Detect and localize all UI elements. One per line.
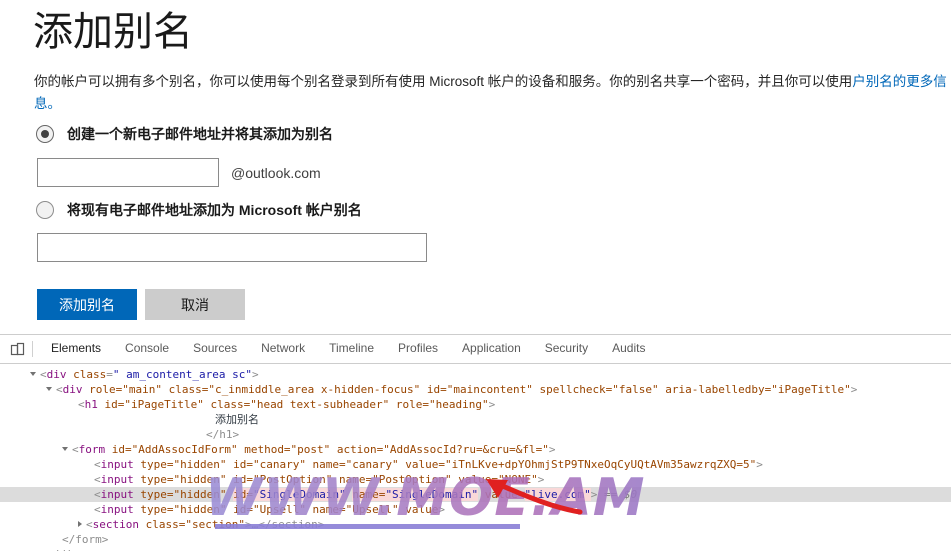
dom-close-h1[interactable]: </h1> — [0, 427, 951, 442]
dom-tree[interactable]: <div class=" am_content_area sc"> <div r… — [0, 364, 951, 551]
page-title: 添加别名 — [33, 10, 193, 54]
dom-tag-name: input — [100, 503, 134, 516]
tab-console[interactable]: Console — [113, 335, 181, 363]
dom-attrs: role="main" class="c_inmiddle_area x-hid… — [89, 383, 851, 396]
dom-attr-value-value: "live.com" — [524, 488, 591, 501]
radio-option-existing-address[interactable]: 将现有电子邮件地址添加为 Microsoft 帐户别名 — [36, 200, 362, 220]
dom-close-tag: </h1> — [206, 428, 240, 441]
device-toolbar-icon[interactable] — [4, 338, 30, 360]
disclosure-triangle-icon[interactable] — [78, 521, 82, 527]
tab-elements[interactable]: Elements — [39, 335, 113, 363]
dom-text-node-title[interactable]: 添加别名 — [0, 412, 951, 427]
dom-attrs: id="iPageTitle" class="head text-subhead… — [104, 398, 489, 411]
dom-text-content: 添加别名 — [215, 413, 259, 426]
dom-node-am-content-area[interactable]: <div class=" am_content_area sc"> — [0, 367, 951, 382]
tab-profiles[interactable]: Profiles — [386, 335, 450, 363]
dom-attrs: type="hidden" id="canary" name="canary" … — [140, 458, 757, 471]
dom-tag-name: section — [92, 518, 139, 531]
dom-attr-name-value: "SingleDomain" — [385, 488, 479, 501]
dom-node-input-singledomain[interactable]: <input type="hidden" id="SingleDomain" n… — [0, 487, 951, 502]
account-page-area: 添加别名 你的帐户可以拥有多个别名，你可以使用每个别名登录到所有使用 Micro… — [0, 0, 951, 334]
devtools-panel: Elements Console Sources Network Timelin… — [0, 334, 951, 551]
radio-existing-address-input[interactable] — [36, 201, 54, 219]
new-alias-input[interactable] — [37, 158, 219, 187]
radio-option-new-address[interactable]: 创建一个新电子邮件地址并将其添加为别名 — [36, 124, 333, 144]
radio-dot-icon — [41, 130, 49, 138]
domain-suffix-label: @outlook.com — [231, 164, 321, 181]
tab-network[interactable]: Network — [249, 335, 317, 363]
tab-timeline[interactable]: Timeline — [317, 335, 386, 363]
dom-attr-id-value: "SingleDomain" — [252, 488, 346, 501]
radio-new-address-input[interactable] — [36, 125, 54, 143]
dom-tag-name: input — [100, 488, 134, 501]
page-description-text: 你的帐户可以拥有多个别名，你可以使用每个别名登录到所有使用 Microsoft … — [34, 74, 853, 89]
disclosure-triangle-icon[interactable] — [62, 447, 68, 451]
dom-attrs: type="hidden" id="Upsell" name="Upsell" … — [140, 503, 439, 516]
dom-attr-value: " am_content_area sc" — [112, 368, 252, 381]
dom-close-tag: </form> — [62, 533, 109, 546]
radio-existing-address-label[interactable]: 将现有电子邮件地址添加为 Microsoft 帐户别名 — [67, 200, 362, 220]
toolbar-divider — [32, 341, 33, 357]
existing-alias-input[interactable] — [37, 233, 427, 262]
dom-selection-reference: == $0 — [604, 488, 638, 501]
dom-tag-name: form — [78, 443, 106, 456]
dom-node-addassocidform[interactable]: <form id="AddAssocIdForm" method="post" … — [0, 442, 951, 457]
dom-tag-name: div — [62, 383, 83, 396]
dom-attrs: id="AddAssocIdForm" method="post" action… — [111, 443, 549, 456]
disclosure-triangle-icon[interactable] — [46, 387, 52, 391]
dom-node-ipagetitle[interactable]: <h1 id="iPageTitle" class="head text-sub… — [0, 397, 951, 412]
tab-sources[interactable]: Sources — [181, 335, 249, 363]
dom-tag-name: h1 — [84, 398, 98, 411]
dom-tag-name: input — [100, 458, 134, 471]
devtools-toolbar: Elements Console Sources Network Timelin… — [0, 335, 951, 364]
dom-node-maincontent[interactable]: <div role="main" class="c_inmiddle_area … — [0, 382, 951, 397]
dom-close-div[interactable]: </div> — [0, 547, 951, 551]
dom-node-input-postoption[interactable]: <input type="hidden" id="PostOption" nam… — [0, 472, 951, 487]
form-button-row: 添加别名 取消 — [37, 289, 245, 320]
dom-attr-type: type="hidden" — [140, 488, 227, 501]
add-alias-button[interactable]: 添加别名 — [37, 289, 137, 320]
dom-tag-name: input — [100, 473, 134, 486]
cancel-button[interactable]: 取消 — [145, 289, 245, 320]
existing-address-field-row — [37, 233, 427, 262]
tab-audits[interactable]: Audits — [600, 335, 657, 363]
radio-new-address-label[interactable]: 创建一个新电子邮件地址并将其添加为别名 — [67, 124, 333, 144]
dom-attr-name-name: name= — [352, 488, 386, 501]
page-description: 你的帐户可以拥有多个别名，你可以使用每个别名登录到所有使用 Microsoft … — [34, 71, 951, 115]
dom-attr-value-name: value= — [484, 488, 525, 501]
dom-attrs: type="hidden" id="PostOption" name="Post… — [140, 473, 538, 486]
dom-tag-name: div — [46, 368, 67, 381]
tab-security[interactable]: Security — [533, 335, 600, 363]
dom-close-form[interactable]: </form> — [0, 532, 951, 547]
tab-application[interactable]: Application — [450, 335, 533, 363]
dom-node-section[interactable]: <section class="section">…</section> — [0, 517, 951, 532]
dom-node-input-upsell[interactable]: <input type="hidden" id="Upsell" name="U… — [0, 502, 951, 517]
device-toolbar-glyph — [10, 342, 24, 355]
devtools-tab-bar: Elements Console Sources Network Timelin… — [39, 335, 657, 363]
dom-node-input-canary[interactable]: <input type="hidden" id="canary" name="c… — [0, 457, 951, 472]
dom-close-tag: </section> — [258, 518, 325, 531]
dom-attr-name: class — [73, 368, 107, 381]
disclosure-triangle-icon[interactable] — [30, 372, 36, 376]
new-address-field-row: @outlook.com — [37, 158, 321, 187]
dom-attr-id-name: id= — [233, 488, 253, 501]
dom-attrs: class="section" — [145, 518, 245, 531]
